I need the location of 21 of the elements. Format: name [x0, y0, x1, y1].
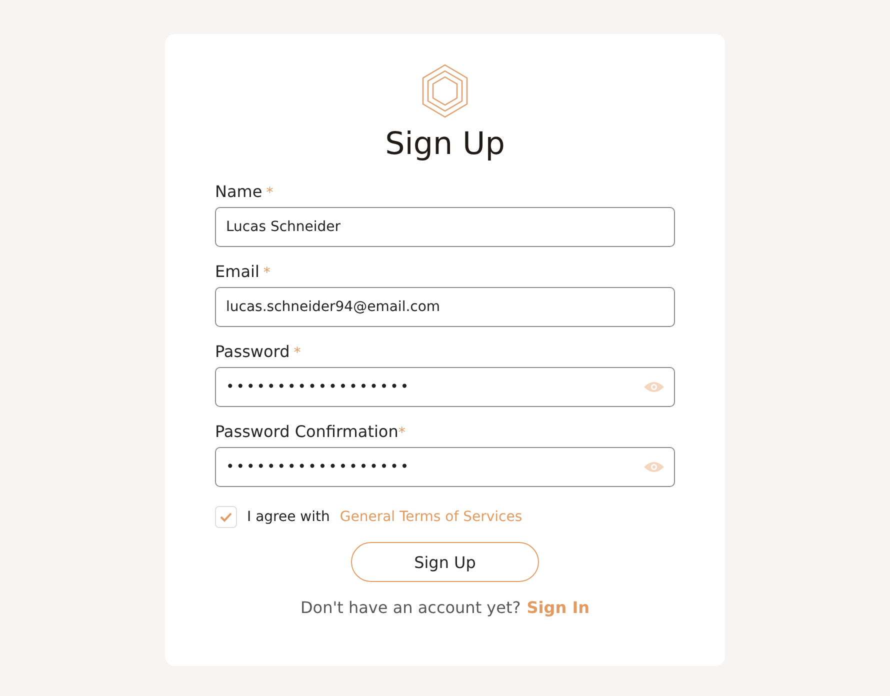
eye-icon[interactable]: [644, 460, 664, 474]
input-field[interactable]: lucas.schneider94@email.com: [215, 287, 675, 327]
field-label: Password Confirmation: [215, 422, 398, 441]
page-title: Sign Up: [385, 126, 505, 162]
field-label: Password: [215, 342, 290, 361]
checkbox[interactable]: [215, 506, 237, 528]
field-label: Email: [215, 262, 260, 281]
hexagon-logo-icon: [421, 64, 469, 118]
agree-text: I agree with: [247, 509, 330, 525]
input-field[interactable]: ••••••••••••••••••: [215, 367, 675, 407]
required-mark: *: [398, 425, 406, 441]
eye-icon[interactable]: [644, 380, 664, 394]
signup-button[interactable]: Sign Up: [351, 542, 539, 582]
input-field[interactable]: ••••••••••••••••••: [215, 447, 675, 487]
check-icon: [220, 512, 232, 522]
required-mark: *: [294, 345, 301, 361]
field-label: Name: [215, 182, 262, 201]
required-mark: *: [266, 185, 274, 201]
required-mark: *: [263, 265, 270, 281]
input-field[interactable]: Lucas Schneider: [215, 207, 675, 247]
footer-text: Don't have an account yet?: [300, 598, 521, 617]
